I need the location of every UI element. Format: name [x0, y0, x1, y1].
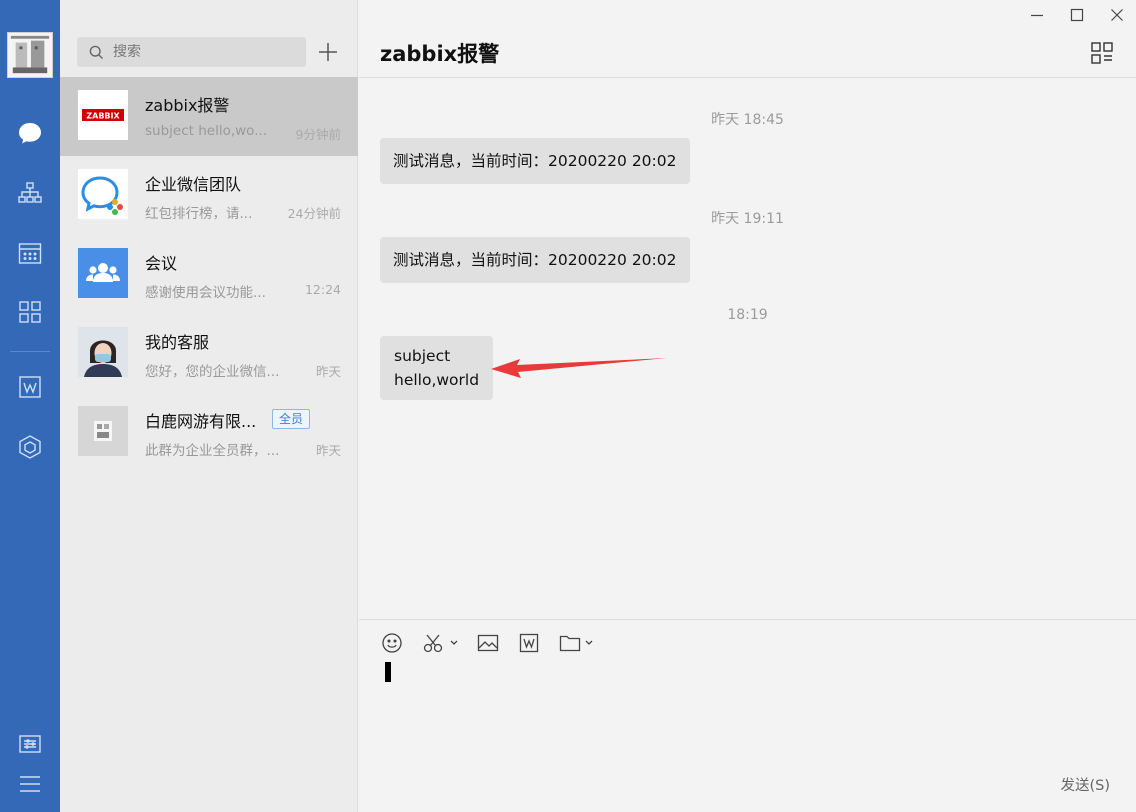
- group-thumb: [78, 406, 128, 456]
- conversation-time: 24分钟前: [287, 206, 341, 221]
- send-button[interactable]: 发送(S): [1060, 774, 1110, 795]
- message-timestamp: 昨天 18:45: [711, 112, 784, 128]
- message-list[interactable]: 昨天 18:45 测试消息，当前时间：20200220 20:02 昨天 19:…: [359, 79, 1136, 619]
- org-chart-icon[interactable]: [14, 177, 46, 209]
- all-staff-badge: 全员: [272, 409, 311, 429]
- plus-icon: [319, 43, 337, 61]
- conversation-preview: subject hello,wo...: [145, 123, 268, 139]
- conversation-time: 9分钟前: [295, 127, 341, 142]
- conversation-time: 12:24: [304, 282, 341, 297]
- menu-icon[interactable]: [14, 768, 46, 800]
- minimize-button[interactable]: [1026, 4, 1048, 26]
- wecom-logo: [78, 169, 128, 219]
- conversation-item-meeting[interactable]: 会议 感谢使用会议功能... 12:24: [60, 235, 358, 314]
- settings-icon[interactable]: [14, 728, 46, 760]
- add-button[interactable]: [316, 40, 340, 64]
- document-button[interactable]: [518, 632, 540, 654]
- rail-divider: [10, 351, 50, 352]
- calendar-icon[interactable]: [14, 237, 46, 269]
- conversation-preview: 您好，您的企业微信...: [145, 364, 280, 380]
- close-button[interactable]: [1106, 4, 1128, 26]
- chat-info-button[interactable]: [1090, 41, 1114, 65]
- chat-header: zabbix报警: [359, 0, 1136, 78]
- search-input[interactable]: [113, 44, 293, 60]
- doc-icon[interactable]: [14, 371, 46, 403]
- conversation-name: zabbix报警: [145, 96, 230, 115]
- emoji-button[interactable]: [381, 632, 403, 654]
- conversation-name: 白鹿网游有限...: [145, 412, 257, 431]
- zabbix-logo: ZABBIX: [78, 90, 128, 140]
- message-timestamp: 昨天 19:11: [711, 211, 784, 227]
- conversation-preview: 红包排行榜，请...: [145, 206, 253, 222]
- svg-text:ZABBIX: ZABBIX: [86, 112, 120, 121]
- maximize-button[interactable]: [1066, 4, 1088, 26]
- conversation-name: 会议: [145, 254, 178, 273]
- conversation-item-zabbix[interactable]: ZABBIX zabbix报警 subject hello,wo... 9分钟前: [60, 77, 358, 156]
- message-subject-line: subject: [394, 347, 451, 365]
- conversation-item-wecom-team[interactable]: 企业微信团队 红包排行榜，请... 24分钟前: [60, 156, 358, 235]
- screenshot-button[interactable]: [423, 632, 459, 654]
- message-bubble[interactable]: 测试消息，当前时间：20200220 20:02: [380, 138, 690, 184]
- user-avatar-image: [8, 33, 52, 77]
- maximize-icon: [1070, 8, 1084, 22]
- hexagon-icon[interactable]: [14, 431, 46, 463]
- chat-icon[interactable]: [14, 117, 46, 149]
- message-composer[interactable]: 发送(S): [359, 619, 1136, 812]
- conversation-name: 企业微信团队: [145, 175, 242, 194]
- folder-icon: [559, 635, 593, 652]
- grid-info-icon: [1091, 42, 1113, 64]
- search-icon: [89, 45, 103, 59]
- scissors-icon: [423, 634, 458, 653]
- conversation-preview: 感谢使用会议功能...: [145, 285, 266, 301]
- chat-title: zabbix报警: [380, 42, 500, 66]
- message-timestamp: 18:19: [727, 307, 768, 323]
- image-icon: [477, 634, 499, 652]
- agent-photo: [78, 327, 128, 377]
- apps-icon[interactable]: [14, 296, 46, 328]
- message-bubble[interactable]: subject hello,world: [380, 336, 494, 400]
- minimize-icon: [1031, 14, 1043, 17]
- conversation-name: 我的客服: [145, 333, 210, 352]
- annotation-arrow: [491, 358, 667, 378]
- left-nav-rail: [0, 0, 60, 812]
- conversation-time: 昨天: [315, 443, 341, 458]
- file-button[interactable]: [559, 632, 597, 654]
- search-box[interactable]: [77, 37, 306, 67]
- conversation-list-panel: ZABBIX zabbix报警 subject hello,wo... 9分钟前…: [60, 0, 358, 812]
- conversation-item-company-group[interactable]: 白鹿网游有限... 全员 此群为企业全员群，... 昨天: [60, 393, 358, 472]
- message-body-line: hello,world: [394, 371, 480, 389]
- emoji-icon: [382, 633, 402, 653]
- close-icon: [1111, 9, 1123, 21]
- conversation-item-customer-service[interactable]: 我的客服 您好，您的企业微信... 昨天: [60, 314, 358, 393]
- text-cursor: [385, 662, 391, 682]
- chat-pane: zabbix报警 昨天 18:45 测试消息，当前时间：20200220 20:…: [359, 0, 1136, 812]
- meeting-icon: [78, 248, 128, 298]
- conversation-time: 昨天: [315, 364, 341, 379]
- image-button[interactable]: [477, 632, 499, 654]
- conversation-preview: 此群为企业全员群，...: [145, 443, 280, 459]
- message-bubble[interactable]: 测试消息，当前时间：20200220 20:02: [380, 237, 690, 283]
- user-avatar[interactable]: [7, 32, 53, 78]
- document-icon: [519, 633, 539, 653]
